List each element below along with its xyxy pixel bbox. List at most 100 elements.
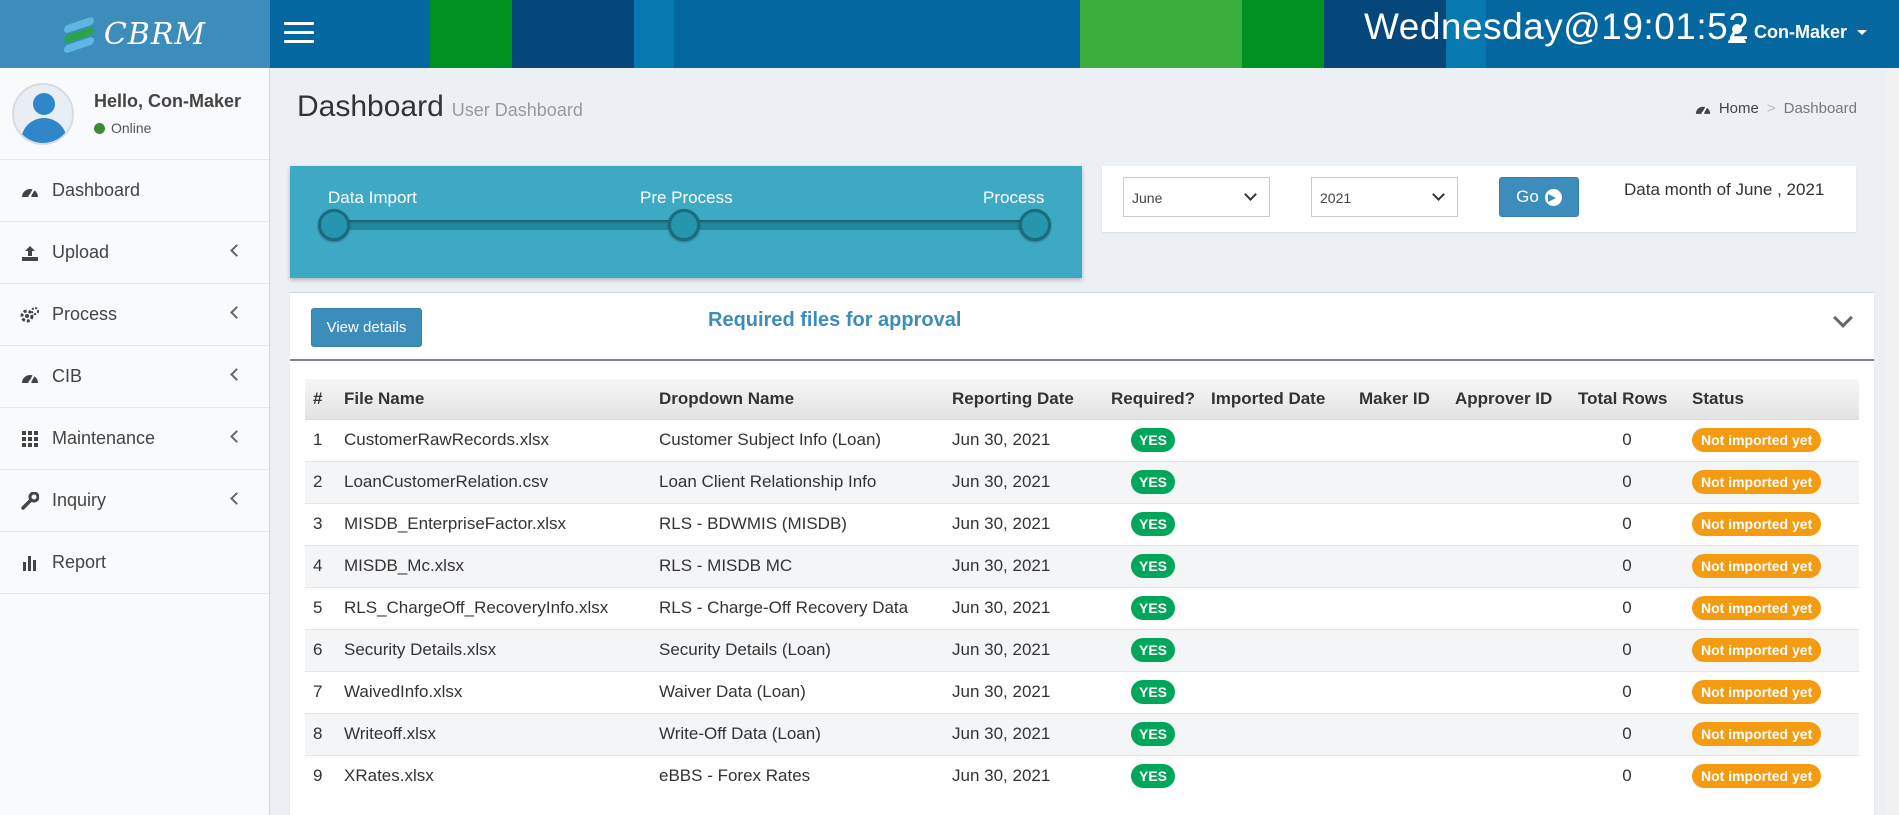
required-cell: YES (1103, 587, 1203, 629)
col-header[interactable]: Required? (1103, 379, 1203, 420)
col-header[interactable]: # (305, 379, 336, 420)
content-header: Dashboard User Dashboard Home > Dashboard (270, 68, 1899, 150)
status-cell: Not imported yet (1684, 713, 1859, 755)
maker-id-cell (1351, 545, 1447, 587)
col-header[interactable]: Imported Date (1203, 379, 1351, 420)
caret-down-icon (1857, 30, 1868, 35)
approver-id-cell (1447, 671, 1570, 713)
collapse-chevron-icon[interactable] (1833, 308, 1853, 328)
approver-id-cell (1447, 755, 1570, 797)
file-name-cell: LoanCustomerRelation.csv (344, 472, 549, 491)
imported-date-cell (1203, 419, 1351, 461)
sidebar-item-process[interactable]: Process (0, 284, 269, 346)
step-knob-pre-process[interactable] (668, 209, 700, 241)
chevron-down-icon (1432, 188, 1445, 201)
col-header[interactable]: Reporting Date (944, 379, 1103, 420)
breadcrumb: Home > Dashboard (1695, 100, 1857, 117)
table-header-row: # File Name Dropdown Name Reporting Date… (305, 379, 1859, 420)
month-select[interactable]: June (1123, 177, 1270, 217)
reporting-date-cell: Jun 30, 2021 (952, 682, 1051, 701)
year-select[interactable]: 2021 (1311, 177, 1458, 217)
col-header[interactable]: File Name (336, 379, 651, 420)
table-row[interactable]: 6 Security Details.xlsx Security Details (… (305, 629, 1859, 671)
table-row[interactable]: 8 Writeoff.xlsx Write-Off Data (Loan) Jun 3… (305, 713, 1859, 755)
table-row[interactable]: 9 XRates.xlsx eBBS - Forex Rates Jun 30, 20… (305, 755, 1859, 797)
sidebar-item-maintenance[interactable]: Maintenance (0, 408, 269, 470)
required-cell: YES (1103, 629, 1203, 671)
view-details-button[interactable]: View details (311, 308, 422, 347)
total-rows-cell: 0 (1622, 640, 1632, 659)
sidebar-item-label: Inquiry (52, 490, 107, 510)
file-name-cell: XRates.xlsx (344, 766, 434, 786)
breadcrumb-separator: > (1766, 100, 1776, 117)
col-header[interactable]: Maker ID (1351, 379, 1447, 420)
row-number: 8 (313, 724, 323, 743)
logo[interactable]: CBRM (0, 0, 270, 68)
sidebar-item-upload[interactable]: Upload (0, 222, 269, 284)
sidebar-item-inquiry[interactable]: Inquiry (0, 470, 269, 532)
chevron-down-icon (1244, 188, 1257, 201)
col-header[interactable]: Status (1684, 379, 1859, 420)
breadcrumb-home-link[interactable]: Home (1719, 100, 1759, 117)
sidebar-toggle-icon[interactable] (284, 22, 314, 46)
sidebar-item-dashboard[interactable]: Dashboard (0, 160, 269, 222)
table-row[interactable]: 4 MISDB_Mc.xlsx RLS - MISDB MC Jun 30, 2021… (305, 545, 1859, 587)
col-header[interactable]: Approver ID (1447, 379, 1570, 420)
dashboard-icon (20, 181, 40, 201)
total-rows-cell: 0 (1622, 430, 1632, 449)
sidebar-item-label: Process (52, 304, 118, 324)
status-cell: Not imported yet (1684, 755, 1859, 797)
approver-id-cell (1447, 713, 1570, 755)
total-rows-cell: 0 (1622, 472, 1632, 491)
sidebar-item-label: CIB (52, 366, 83, 386)
dropdown-name-cell: Write-Off Data (Loan) (659, 724, 821, 743)
user-greeting: Hello, Con-Maker (94, 91, 242, 111)
table-row[interactable]: 2 LoanCustomerRelation.csv Loan Client Rel… (305, 461, 1859, 503)
user-menu[interactable]: Con-Maker (1728, 22, 1868, 43)
col-header[interactable]: Total Rows (1570, 379, 1684, 420)
col-header[interactable]: Dropdown Name (651, 379, 944, 420)
step-label-data-import: Data Import (328, 188, 417, 207)
breadcrumb-current: Dashboard (1783, 100, 1857, 117)
step-knob-data-import[interactable] (318, 209, 350, 241)
table-row[interactable]: 5 RLS_ChargeOff_RecoveryInfo.xlsx RLS - Ch… (305, 587, 1859, 629)
required-badge: YES (1130, 680, 1175, 704)
online-status: Online (94, 120, 241, 136)
arrow-circle-right-icon (1544, 188, 1562, 206)
table-row[interactable]: 1 CustomerRawRecords.xlsx Customer Subject… (305, 419, 1859, 461)
dropdown-name-cell: RLS - BDWMIS (MISDB) (659, 514, 847, 533)
dropdown-name-cell: RLS - Charge-Off Recovery Data (659, 598, 909, 617)
chevron-left-icon (230, 368, 243, 381)
maker-id-cell (1351, 419, 1447, 461)
status-badge: Not imported yet (1692, 722, 1822, 746)
required-badge: YES (1130, 428, 1175, 452)
year-select-value: 2021 (1320, 190, 1352, 206)
reporting-date-cell: Jun 30, 2021 (952, 724, 1051, 743)
file-name-cell: WaivedInfo.xlsx (344, 682, 463, 701)
sidebar-item-cib[interactable]: CIB (0, 346, 269, 408)
sidebar-item-report[interactable]: Report (0, 532, 269, 594)
table-row[interactable]: 7 WaivedInfo.xlsx Waiver Data (Loan) Jun 30… (305, 671, 1859, 713)
maker-id-cell (1351, 461, 1447, 503)
total-rows-cell: 0 (1622, 682, 1632, 701)
reporting-date-cell: Jun 30, 2021 (952, 598, 1051, 617)
status-badge: Not imported yet (1692, 680, 1822, 704)
approver-id-cell (1447, 503, 1570, 545)
navbar-band (1080, 0, 1242, 68)
step-knob-process[interactable] (1019, 209, 1051, 241)
required-badge: YES (1130, 638, 1175, 662)
go-button-label: Go (1516, 187, 1539, 206)
status-cell: Not imported yet (1684, 545, 1859, 587)
dropdown-name-cell: Loan Client Relationship Info (659, 472, 877, 491)
dropdown-name-cell: Waiver Data (Loan) (659, 682, 806, 701)
approver-id-cell (1447, 419, 1570, 461)
logo-mark-icon (63, 16, 94, 54)
required-badge: YES (1130, 764, 1175, 789)
maker-id-cell (1351, 503, 1447, 545)
reporting-date-cell: Jun 30, 2021 (952, 430, 1051, 449)
table-row[interactable]: 3 MISDB_EnterpriseFactor.xlsx RLS - BDWMIS… (305, 503, 1859, 545)
go-button[interactable]: Go (1499, 177, 1579, 217)
status-badge: Not imported yet (1692, 638, 1822, 662)
scrollbar[interactable] (1886, 68, 1899, 815)
user-name: Con-Maker (1754, 22, 1848, 42)
